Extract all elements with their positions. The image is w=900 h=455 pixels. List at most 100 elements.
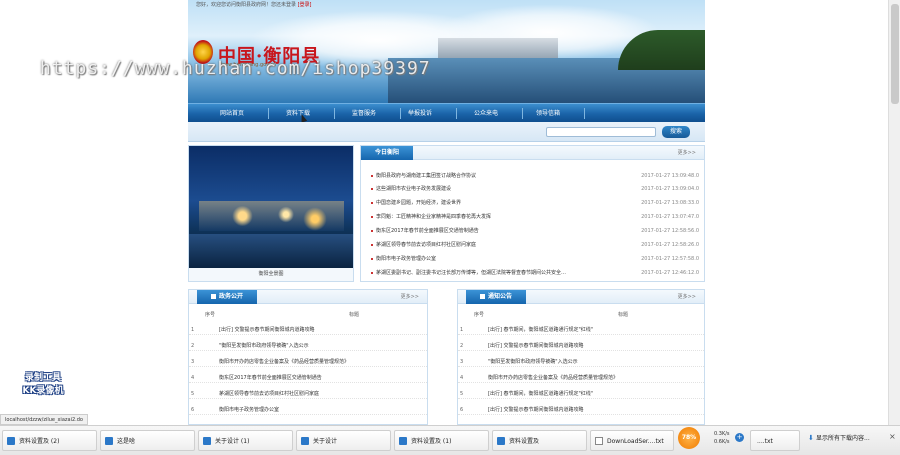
news-item[interactable]: 衡阳市电子政务管理办公室 2017-01-27 12:57:58.0 — [371, 254, 699, 264]
nav-complaints[interactable]: 举报投诉 — [390, 104, 457, 123]
download-item-label: 资料设置及 (2) — [19, 438, 60, 445]
scrollbar-thumb[interactable] — [891, 4, 899, 104]
nav-supervision[interactable]: 监督服务 — [334, 104, 401, 123]
nav-public-calls[interactable]: 公众来电 — [456, 104, 523, 123]
row-title: 衡东区2017年春节前全面推展区交通管制通告 — [219, 375, 322, 381]
recorder-logo-line1: 录制工具 — [24, 373, 61, 383]
news-item[interactable]: 中国恋建乡园题，开始经济，建设世界 2017-01-27 13:08:33.0 — [371, 198, 699, 208]
gov-open-more-link[interactable]: 更多>> — [401, 290, 419, 304]
row-number: 1 — [460, 327, 464, 333]
today-more-link[interactable]: 更多>> — [678, 146, 696, 160]
row-number: 3 — [191, 359, 195, 365]
row-title: 衡阳市开办药店零售企业备案及《药品经营质量管理规范》 — [488, 375, 619, 381]
gov-open-box: 政务公开 更多>> 序号 标题 1 [出行] 交警提示春节期间衡阳城内道路攻略 2… — [188, 289, 428, 425]
table-row[interactable]: 2 [出行] 交警提示春节期间衡阳城内道路攻略 — [458, 341, 704, 351]
gov-open-header: 政务公开 更多>> — [189, 290, 427, 304]
section-icon — [480, 294, 485, 299]
nav-leader-mailbox[interactable]: 领导信箱 — [518, 104, 585, 123]
table-row[interactable]: 2 "衡阳至发衡阳市政府领导被确"入选公示 — [189, 341, 427, 351]
news-title: 李同魁：工匠精神和企业家精神是四季春花再大发挥 — [376, 214, 492, 220]
main-nav: 网站首页 资料下载 监督服务 举报投诉 公众来电 领导信箱 — [188, 103, 705, 122]
row-title: "衡阳至发衡阳市政府领导被确"入选公示 — [488, 359, 578, 365]
row-title: [出行] 交警提示春节期间衡阳城内道路攻略 — [219, 327, 315, 333]
table-row[interactable]: 6 衡阳市电子政务管理办公室 — [189, 405, 427, 415]
notice-more-link[interactable]: 更多>> — [678, 290, 696, 304]
col-title: 标题 — [618, 312, 629, 318]
bullet-icon — [371, 201, 373, 204]
recorder-logo-line2: KK录像机 — [22, 386, 64, 396]
table-row[interactable]: 5 [出行] 春节期间，衡阳城区道路通行规定"红线" — [458, 389, 704, 399]
download-item-label: 资料设置及 (1) — [411, 438, 452, 445]
city-night-photo[interactable] — [189, 146, 353, 268]
nav-downloads[interactable]: 资料下载 — [268, 104, 335, 123]
network-gauge[interactable]: 78% — [678, 427, 700, 449]
bullet-icon — [371, 243, 373, 246]
news-date: 2017-01-27 12:58:56.0 — [641, 228, 699, 234]
news-title: 衡东区2017年春节前全面推展区交通管制通告 — [376, 228, 479, 234]
row-title: 衡阳市开办药店零售企业备案及《药品经营质量管理规范》 — [219, 359, 350, 365]
news-date: 2017-01-27 13:08:33.0 — [641, 200, 699, 206]
nav-home[interactable]: 网站首页 — [202, 104, 269, 123]
col-number: 序号 — [474, 312, 485, 318]
row-title: 茅湖区领导春节前去访项目红村社区慰问家庭 — [219, 391, 320, 397]
search-input[interactable] — [546, 127, 656, 137]
text-file-icon — [595, 437, 603, 445]
news-item[interactable]: 李同魁：工匠精神和企业家精神是四季春花再大发挥 2017-01-27 13:07:… — [371, 212, 699, 222]
table-row[interactable]: 5 茅湖区领导春节前去访项目红村社区慰问家庭 — [189, 389, 427, 399]
table-row[interactable]: 4 衡阳市开办药店零售企业备案及《药品经营质量管理规范》 — [458, 373, 704, 383]
download-item[interactable]: 资料设置及 (1) — [394, 430, 489, 451]
photo-caption: 衡阳全景图 — [258, 271, 284, 277]
folder-icon — [105, 437, 113, 445]
download-speed: 0.6K/s — [714, 439, 730, 445]
download-item-label: 资料设置及 — [509, 438, 540, 445]
news-item[interactable]: 茅湖区领导春节前去访项目红村社区慰问家庭 2017-01-27 12:58:26.… — [371, 240, 699, 250]
table-row[interactable]: 4 衡东区2017年春节前全面推展区交通管制通告 — [189, 373, 427, 383]
row-number: 2 — [191, 343, 195, 349]
status-bar-url: localhost/dzzw/zilue_xiazai2.do — [0, 414, 88, 425]
table-row[interactable]: 1 [出行] 交警提示春节期间衡阳城内道路攻略 — [189, 325, 427, 335]
table-row[interactable]: 3 衡阳市开办药店零售企业备案及《药品经营质量管理规范》 — [189, 357, 427, 367]
news-title: 茅湖区委副书记、副注委书记汪长部万传博等，但湖区法院等督查春节期间公共安全… — [376, 270, 567, 276]
news-date: 2017-01-27 12:46:12.0 — [641, 270, 699, 276]
download-item[interactable]: 关于设计 (1) — [198, 430, 293, 451]
section-icon — [211, 294, 216, 299]
row-number: 4 — [460, 375, 464, 381]
news-item[interactable]: 衡阳县政府与湖南建工集团签订战略合作协议 2017-01-27 13:09:48.… — [371, 171, 699, 181]
network-speed: 0.3K/s 0.6K/s — [714, 430, 730, 446]
bullet-icon — [371, 229, 373, 232]
news-title: 茅湖区领导春节前去访项目红村社区慰问家庭 — [376, 242, 477, 248]
row-title: [出行] 交警提示春节期间衡阳城内道路攻略 — [488, 407, 584, 413]
vertical-scrollbar[interactable] — [888, 0, 900, 425]
download-item[interactable]: ....txt — [750, 430, 800, 451]
welcome-line: 您好，欢迎您访问衡阳县政府网！您还未登录 [登录] — [196, 0, 312, 10]
download-item[interactable]: 资料设置及 — [492, 430, 587, 451]
news-item[interactable]: 这些湖阳市农业电子政务发展建设 2017-01-27 13:09:04.0 — [371, 184, 699, 194]
table-row[interactable]: 6 [出行] 交警提示春节期间衡阳城内道路攻略 — [458, 405, 704, 415]
browser-page: 您好，欢迎您访问衡阳县政府网！您还未登录 [登录] 中国·衡阳县 www.hen… — [0, 0, 900, 455]
download-item[interactable]: 关于设计 — [296, 430, 391, 451]
news-item[interactable]: 衡东区2017年春节前全面推展区交通管制通告 2017-01-27 12:58:5… — [371, 226, 699, 236]
search-button[interactable]: 搜索 — [662, 126, 690, 138]
plus-icon[interactable]: + — [735, 433, 744, 442]
gov-open-title: 政务公开 — [219, 293, 244, 300]
site-banner: 您好，欢迎您访问衡阳县政府网！您还未登录 [登录] 中国·衡阳县 www.hen… — [188, 0, 705, 103]
bullet-icon — [371, 257, 373, 260]
table-row[interactable]: 3 "衡阳至发衡阳市政府领导被确"入选公示 — [458, 357, 704, 367]
notice-box: 通知公告 更多>> 序号 标题 1 [出行] 春节期间，衡阳城区道路通行规定"红线… — [457, 289, 705, 425]
news-item[interactable]: 茅湖区委副书记、副注委书记汪长部万传博等，但湖区法院等督查春节期间公共安全… 20… — [371, 268, 699, 278]
gov-open-column-header: 序号 标题 — [189, 310, 427, 320]
notice-title: 通知公告 — [488, 293, 513, 300]
download-item[interactable]: 这是啥 — [100, 430, 195, 451]
login-link[interactable]: [登录] — [298, 2, 312, 8]
right-gutter — [705, 0, 900, 425]
gov-open-tab: 政务公开 — [197, 290, 258, 304]
download-item[interactable]: DownLoadSer....txt — [590, 430, 674, 451]
show-all-downloads-link[interactable]: 显示所有下载内容... — [816, 433, 870, 442]
row-number: 5 — [191, 391, 195, 397]
table-row[interactable]: 1 [出行] 春节期间，衡阳城区道路通行规定"红线" — [458, 325, 704, 335]
row-title: [出行] 春节期间，衡阳城区道路通行规定"红线" — [488, 391, 594, 397]
row-number: 6 — [460, 407, 464, 413]
download-item[interactable]: 资料设置及 (2) — [2, 430, 97, 451]
close-download-bar-button[interactable]: × — [889, 432, 896, 441]
today-news-title: 今日衡阳 — [361, 146, 414, 160]
